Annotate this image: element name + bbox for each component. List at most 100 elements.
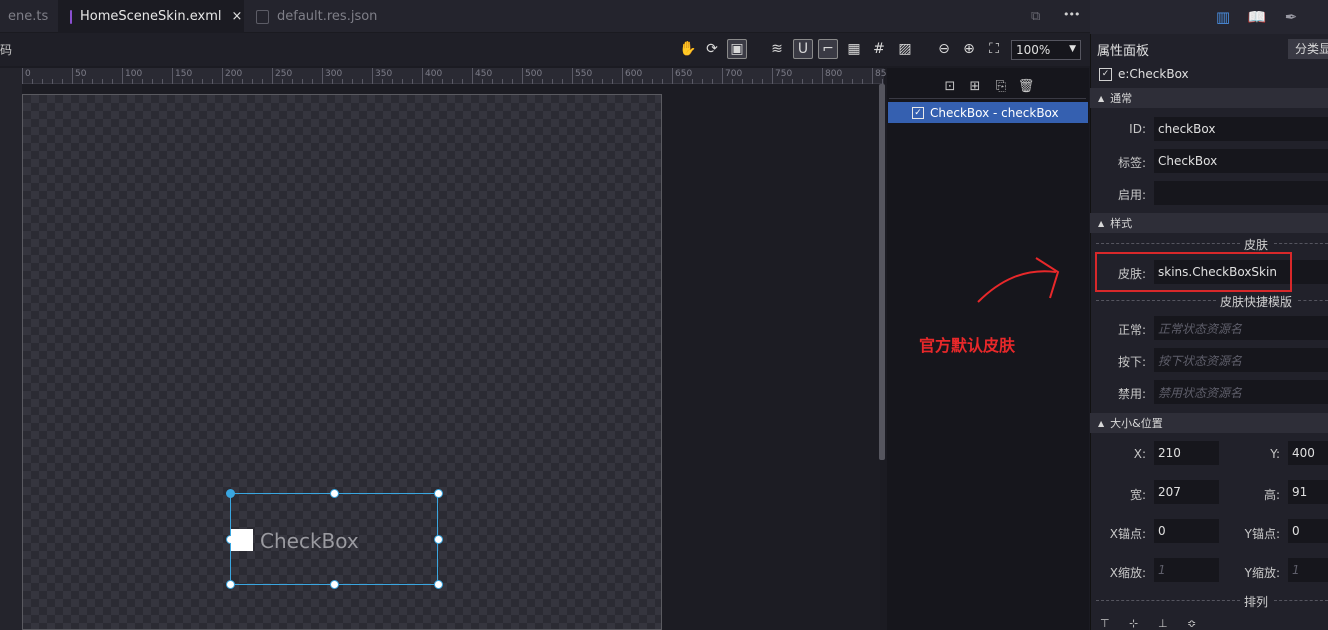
- magnet-icon[interactable]: U: [793, 39, 813, 59]
- layers-icon[interactable]: ≋: [767, 39, 787, 59]
- ruler-tick: [72, 68, 73, 84]
- copy-icon[interactable]: ⎘: [993, 78, 1009, 94]
- ruler-tick: [372, 68, 373, 84]
- width-label: 宽:: [1129, 488, 1146, 502]
- chevron-down-icon: ▼: [1069, 44, 1076, 54]
- close-icon[interactable]: ×: [232, 9, 243, 24]
- ruler-tick: [422, 68, 423, 84]
- align-middle-icon[interactable]: ⊹: [1129, 617, 1143, 630]
- fit-screen-icon[interactable]: ⛶: [984, 39, 1004, 59]
- resize-handle[interactable]: [330, 580, 339, 589]
- ruler-tick: [222, 68, 223, 84]
- tab-label: HomeSceneSkin.exml: [80, 9, 222, 24]
- ruler-tick: [872, 68, 873, 84]
- ruler-label: 300: [325, 69, 343, 79]
- tag-field[interactable]: CheckBox: [1154, 149, 1328, 173]
- anchor-y-field[interactable]: 0: [1288, 519, 1328, 543]
- section-size-position[interactable]: ▲ 大小&位置: [1090, 413, 1328, 433]
- component-type: ✓ e:CheckBox: [1099, 67, 1189, 81]
- book-icon[interactable]: 📖: [1247, 7, 1267, 27]
- lock-layout-icon[interactable]: ▣: [727, 39, 747, 59]
- anchor-y-label: Y锚点:: [1244, 527, 1280, 541]
- ruler-label: 550: [575, 69, 593, 79]
- section-label: 大小&位置: [1110, 417, 1163, 430]
- align-top-icon[interactable]: ⊤: [1100, 617, 1114, 630]
- distribute-icon[interactable]: ≎: [1187, 617, 1201, 630]
- align-guide-icon[interactable]: ⌐: [818, 39, 838, 59]
- y-label: Y:: [1270, 447, 1280, 461]
- exml-file-icon: [70, 9, 72, 24]
- resize-handle[interactable]: [434, 489, 443, 498]
- canvas-vertical-scrollbar[interactable]: [879, 84, 885, 460]
- panel-title: 属性面板: [1097, 44, 1150, 59]
- down-state-field[interactable]: 按下状态资源名: [1154, 348, 1328, 372]
- code-mode-label[interactable]: 码: [0, 41, 12, 58]
- x-label: X:: [1133, 447, 1146, 461]
- scale-y-field[interactable]: 1: [1288, 558, 1328, 582]
- hash-grid-icon[interactable]: #: [869, 39, 889, 59]
- resize-handle[interactable]: [226, 580, 235, 589]
- more-actions-icon[interactable]: •••: [1063, 8, 1080, 21]
- width-field[interactable]: 207: [1154, 480, 1219, 504]
- disabled-state-field[interactable]: 禁用状态资源名: [1154, 380, 1328, 404]
- section-label: 通常: [1110, 92, 1133, 105]
- y-field[interactable]: 400: [1288, 441, 1328, 465]
- enabled-label: 启用:: [1117, 188, 1146, 202]
- split-editor-icon[interactable]: ⧉: [1031, 9, 1047, 25]
- refresh-icon[interactable]: ⟳: [702, 39, 722, 59]
- tab-default-res-json[interactable]: default.res.json: [246, 0, 386, 33]
- tab-scene-ts[interactable]: ene.ts: [0, 0, 58, 33]
- ruler-tick: [322, 68, 323, 84]
- ruler-tick: [722, 68, 723, 84]
- check-icon: ✓: [912, 106, 924, 119]
- ruler-tick: [822, 68, 823, 84]
- zoom-select[interactable]: 100% ▼: [1011, 40, 1081, 60]
- properties-icon[interactable]: ▥: [1213, 7, 1233, 27]
- checkbox-box[interactable]: [231, 529, 253, 551]
- ruler-label: 400: [425, 69, 443, 79]
- ruler-label: 150: [175, 69, 193, 79]
- tab-homesceneskin[interactable]: HomeSceneSkin.exml ×: [58, 0, 244, 33]
- checkbox-label: CheckBox: [260, 529, 359, 553]
- disabled-label: 禁用:: [1117, 387, 1146, 401]
- ruler-label: 750: [775, 69, 793, 79]
- ruler-tick: [472, 68, 473, 84]
- align-bottom-icon[interactable]: ⊥: [1158, 617, 1172, 630]
- resize-handle[interactable]: [434, 580, 443, 589]
- category-view-button[interactable]: 分类显示: [1288, 39, 1328, 59]
- zoom-in-icon[interactable]: ⊕: [959, 39, 979, 59]
- x-field[interactable]: 210: [1154, 441, 1219, 465]
- ruler-label: 800: [825, 69, 843, 79]
- ruler-tick: [772, 68, 773, 84]
- check-icon: ✓: [1099, 67, 1112, 81]
- outline-row-checkbox[interactable]: ✓ CheckBox - checkBox: [888, 102, 1088, 123]
- wrap-group-icon[interactable]: ⊡: [942, 78, 958, 94]
- skin-template-heading: 皮肤快捷模版: [1220, 295, 1293, 309]
- grid-icon[interactable]: ▦: [844, 39, 864, 59]
- section-style[interactable]: ▲ 样式: [1090, 213, 1328, 233]
- tab-label: ene.ts: [8, 9, 49, 24]
- feather-icon[interactable]: ✒: [1281, 7, 1301, 27]
- image-preview-icon[interactable]: ▨: [895, 39, 915, 59]
- tag-label: 标签:: [1117, 156, 1146, 170]
- section-general[interactable]: ▲ 通常: [1090, 88, 1328, 108]
- resize-handle[interactable]: [434, 535, 443, 544]
- section-label: 样式: [1110, 217, 1133, 230]
- ruler-tick: [672, 68, 673, 84]
- delete-icon[interactable]: 🗑: [1018, 78, 1035, 94]
- enabled-field[interactable]: [1154, 181, 1328, 205]
- ruler-label: 50: [75, 69, 87, 79]
- resize-handle[interactable]: [226, 489, 235, 498]
- ungroup-icon[interactable]: ⊞: [967, 78, 983, 94]
- anchor-x-field[interactable]: 0: [1154, 519, 1219, 543]
- id-field[interactable]: checkBox: [1154, 117, 1328, 141]
- height-field[interactable]: 91: [1288, 480, 1328, 504]
- normal-state-field[interactable]: 正常状态资源名: [1154, 316, 1328, 340]
- highlight-box: [1095, 252, 1292, 292]
- scale-x-field[interactable]: 1: [1154, 558, 1219, 582]
- ruler-tick: [272, 68, 273, 84]
- hand-tool-icon[interactable]: ✋: [678, 39, 698, 59]
- resize-handle[interactable]: [330, 489, 339, 498]
- zoom-out-icon[interactable]: ⊖: [934, 39, 954, 59]
- annotation-text: 官方默认皮肤: [919, 336, 1016, 355]
